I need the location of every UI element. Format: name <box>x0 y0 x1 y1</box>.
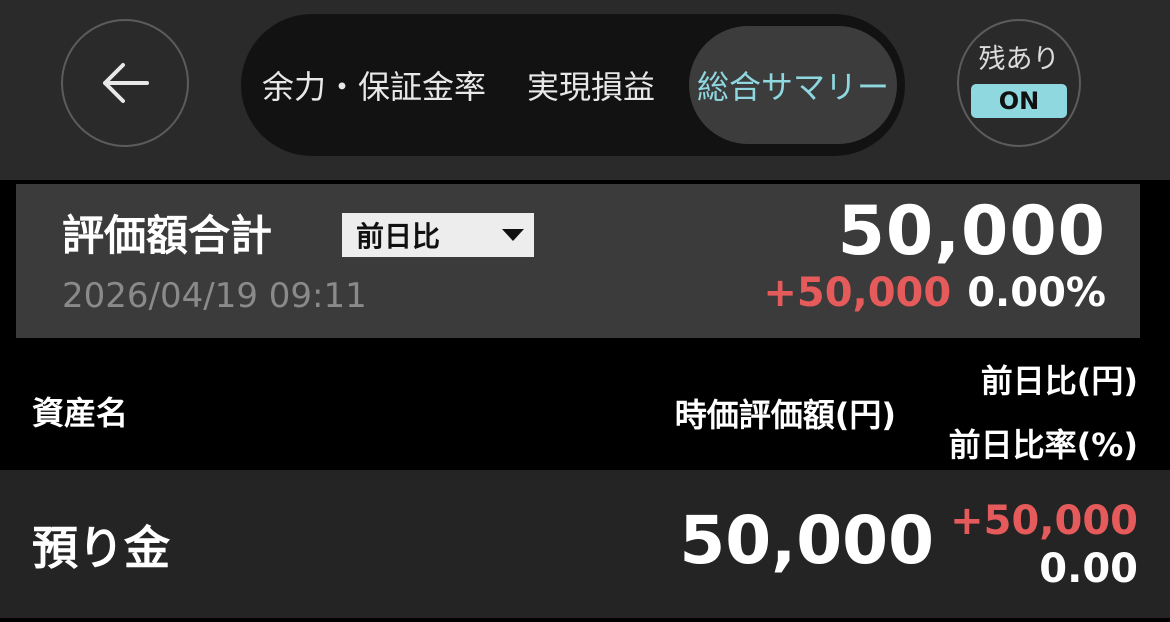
column-asset-name: 資産名 <box>32 394 129 432</box>
compare-dropdown[interactable]: 前日比 <box>342 213 534 257</box>
summary-total: 50,000 <box>837 192 1106 271</box>
compare-dropdown-label: 前日比 <box>356 220 441 253</box>
column-day-change: 前日比(円) <box>980 362 1138 400</box>
summary-change-row: +50,000 0.00% <box>763 270 1106 316</box>
summary-timestamp: 2026/04/19 09:11 <box>62 276 367 316</box>
remaining-toggle-button[interactable]: 残あり ON <box>957 19 1081 147</box>
tab-segment-control: 余力・保証金率 実現損益 総合サマリー <box>241 14 905 156</box>
remaining-toggle-label: 残あり <box>978 44 1060 75</box>
triangle-down-icon <box>502 229 524 241</box>
table-row[interactable]: 預り金 50,000 +50,000 0.00 <box>0 470 1170 618</box>
back-button[interactable] <box>61 19 189 147</box>
column-header: 資産名 時価評価額(円) 前日比(円) 前日比率(%) <box>0 338 1170 466</box>
column-market-value: 時価評価額(円) <box>674 396 896 434</box>
asset-name: 預り金 <box>32 521 170 575</box>
asset-day-change: +50,000 <box>950 498 1138 544</box>
summary-change: +50,000 <box>763 270 952 316</box>
tab-summary[interactable]: 総合サマリー <box>689 26 897 144</box>
summary-title: 評価額合計 <box>62 211 273 260</box>
asset-value: 50,000 <box>679 502 934 579</box>
remaining-toggle-state: ON <box>971 84 1067 118</box>
column-day-change-rate: 前日比率(%) <box>948 426 1138 464</box>
tab-margin[interactable]: 余力・保証金率 <box>249 26 499 144</box>
top-header: 余力・保証金率 実現損益 総合サマリー 残あり ON <box>0 0 1170 180</box>
tab-realized-pl[interactable]: 実現損益 <box>511 26 671 144</box>
valuation-summary-panel: 評価額合計 前日比 2026/04/19 09:11 50,000 +50,00… <box>16 184 1140 338</box>
arrow-left-icon <box>103 63 149 103</box>
asset-day-change-rate: 0.00 <box>1039 546 1138 592</box>
summary-change-rate: 0.00% <box>967 270 1106 316</box>
